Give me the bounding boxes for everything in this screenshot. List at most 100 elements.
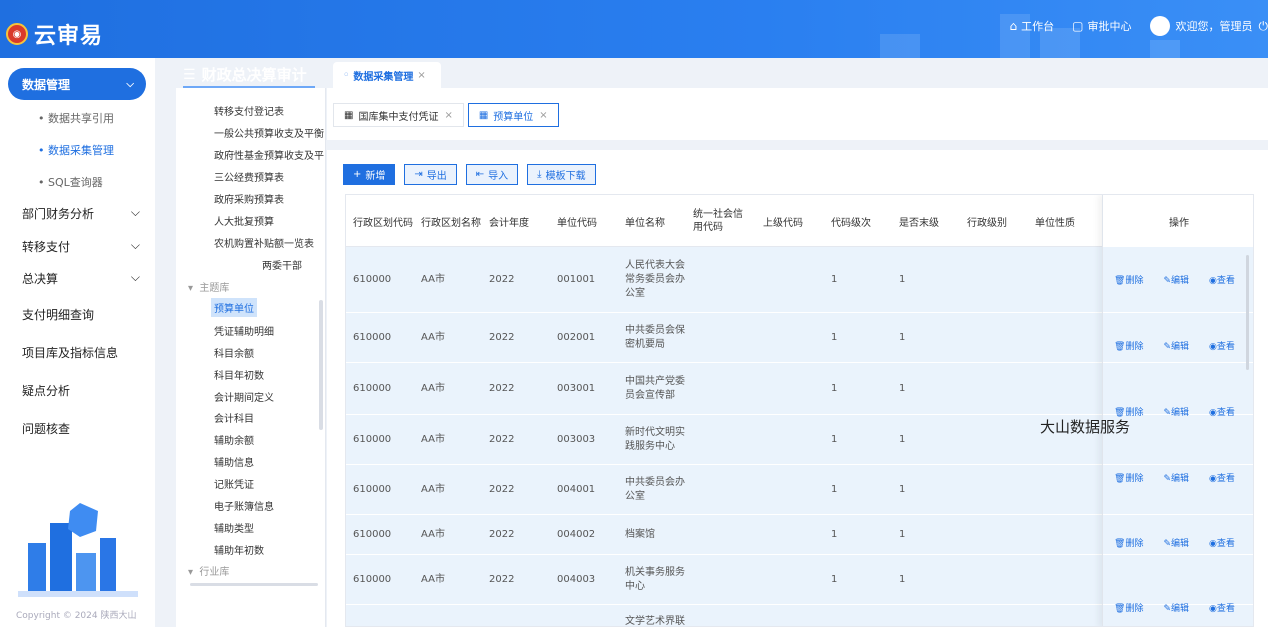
workspace-label: 工作台	[1021, 20, 1055, 33]
edit-button[interactable]: ✎编辑	[1163, 273, 1199, 286]
view-button[interactable]: ◉查看	[1209, 339, 1245, 352]
sidebar-sub-item[interactable]: • 数据共享引用	[38, 110, 114, 126]
cell: 2022	[489, 483, 515, 495]
sidebar-item-issue-check[interactable]: 问题核查	[22, 420, 140, 437]
tree-node[interactable]: 辅助信息	[214, 454, 254, 469]
import-button[interactable]: ⇤ 导入	[465, 164, 519, 185]
column-header[interactable]: 是否末级	[899, 195, 939, 247]
column-header[interactable]: 单位名称	[625, 195, 665, 247]
tree-node[interactable]: 政府采购预算表	[214, 191, 284, 206]
tree-horizontal-scrollbar[interactable]	[190, 583, 318, 586]
tree-node[interactable]: 一般公共预算收支及平衡	[214, 125, 324, 140]
edit-button[interactable]: ✎编辑	[1163, 601, 1199, 614]
delete-button[interactable]: 🗑删除	[1114, 273, 1153, 286]
column-header[interactable]: 单位代码	[557, 195, 597, 247]
cell: 中共委员会保密机要局	[625, 324, 685, 350]
buildings-illustration	[18, 503, 138, 597]
tree-node[interactable]: 人大批复预算	[214, 213, 274, 228]
cell: AA市	[421, 433, 445, 445]
cell: AA市	[421, 382, 445, 394]
edit-button[interactable]: ✎编辑	[1163, 339, 1199, 352]
view-button[interactable]: ◉查看	[1209, 536, 1245, 549]
view-button[interactable]: ◉查看	[1209, 405, 1245, 418]
edit-button[interactable]: ✎编辑	[1163, 405, 1199, 418]
column-header[interactable]: 上级代码	[763, 195, 803, 247]
table-scrollbar[interactable]	[1246, 255, 1249, 370]
view-button[interactable]: ◉查看	[1209, 273, 1245, 286]
delete-button[interactable]: 🗑删除	[1114, 601, 1153, 614]
menu-label: 数据管理	[22, 77, 71, 92]
column-header[interactable]: 行政区划名称	[421, 195, 481, 247]
tree-node[interactable]: 两委干部	[262, 257, 302, 272]
sidebar-sub-item[interactable]: • SQL查询器	[38, 174, 103, 190]
tree-node[interactable]: 记账凭证	[214, 476, 254, 491]
tree-node[interactable]: 会计期间定义	[214, 389, 274, 404]
view-button[interactable]: ◉查看	[1209, 471, 1245, 484]
approval-center-link[interactable]: ▢ 审批中心	[1072, 18, 1131, 34]
cell: 文学艺术界联	[625, 616, 685, 627]
cell: 2022	[489, 382, 515, 394]
tab-data-collection[interactable]: ◦ 数据采集管理 ×	[333, 62, 441, 88]
avatar[interactable]	[1149, 16, 1170, 36]
sidebar-sub-item-active[interactable]: • 数据采集管理	[38, 142, 114, 158]
cell: 1	[899, 273, 906, 285]
cell: 1	[899, 433, 906, 445]
row-actions: 🗑删除 ✎编辑 ◉查看	[1114, 536, 1255, 549]
approval-icon: ▢	[1072, 19, 1084, 33]
tree-node[interactable]: 会计科目	[214, 410, 254, 425]
add-button[interactable]: + 新增	[343, 164, 396, 185]
cell: 610000	[353, 573, 392, 585]
sidebar-item-transfer[interactable]: 转移支付 ⌵	[22, 238, 140, 255]
delete-button[interactable]: 🗑删除	[1114, 471, 1153, 484]
export-button[interactable]: ⇥ 导出	[404, 164, 457, 185]
tab-budget-unit[interactable]: ▦ 预算单位 ×	[467, 103, 559, 127]
tree-node[interactable]: 科目余额	[214, 345, 254, 360]
column-header[interactable]: 行政区划代码	[353, 195, 413, 247]
cell: 1	[831, 573, 838, 585]
close-icon[interactable]: ×	[417, 70, 425, 81]
sidebar-item-doubt-analysis[interactable]: 疑点分析	[22, 382, 140, 399]
tab-treasury-voucher[interactable]: ▦ 国库集中支付凭证 ×	[333, 103, 464, 127]
tree-node[interactable]: 凭证辅助明细	[214, 323, 274, 338]
tree-node[interactable]: 辅助类型	[214, 520, 254, 535]
tree-group-main[interactable]: ▾ 主题库	[188, 279, 229, 294]
tree-node[interactable]: 科目年初数	[214, 367, 264, 382]
export-icon: ⇥	[414, 169, 423, 180]
column-header[interactable]: 单位性质	[1035, 195, 1075, 247]
column-header[interactable]: 统一社会信用代码	[693, 195, 751, 247]
tree-node[interactable]: 转移支付登记表	[214, 103, 284, 118]
column-header[interactable]: 行政级别	[967, 195, 1007, 247]
power-icon[interactable]: ⏻	[1259, 19, 1268, 34]
workspace-link[interactable]: ⌂ 工作台	[1010, 18, 1055, 34]
dot-icon: ◦	[343, 69, 350, 81]
sidebar-item-project-library[interactable]: 项目库及指标信息	[22, 344, 140, 361]
tree-node-selected[interactable]: 预算单位	[211, 298, 257, 317]
app-logo[interactable]: ◉ 云审易	[6, 18, 103, 50]
edit-button[interactable]: ✎编辑	[1163, 471, 1199, 484]
sidebar-item-payment-detail[interactable]: 支付明细查询	[22, 306, 140, 323]
column-header[interactable]: 会计年度	[489, 195, 529, 247]
edit-button[interactable]: ✎编辑	[1163, 536, 1199, 549]
cell: 1	[899, 331, 906, 343]
tree-node[interactable]: 辅助余额	[214, 432, 254, 447]
sidebar: 数据管理 ⌵ • 数据共享引用 • 数据采集管理 • SQL查询器 部门财务分析…	[0, 58, 155, 627]
delete-button[interactable]: 🗑删除	[1114, 339, 1153, 352]
column-header[interactable]: 代码级次	[831, 195, 871, 247]
menu-data-management[interactable]: 数据管理 ⌵	[8, 68, 146, 100]
table-icon: ▦	[344, 109, 354, 121]
sidebar-item-final-accounts[interactable]: 总决算 ⌵	[22, 270, 140, 287]
tree-scrollbar[interactable]	[319, 300, 323, 430]
delete-button[interactable]: 🗑删除	[1114, 536, 1153, 549]
sidebar-item-dept-finance[interactable]: 部门财务分析 ⌵	[22, 205, 140, 222]
tree-node[interactable]: 政府性基金预算收支及平	[214, 147, 324, 162]
tree-node[interactable]: 电子账簿信息	[214, 498, 274, 513]
tree-group-industry[interactable]: ▾ 行业库	[188, 563, 229, 578]
tree-node[interactable]: 农机购置补贴额一览表	[214, 235, 314, 250]
template-download-button[interactable]: ⤓ 模板下载	[527, 164, 596, 185]
cell: 004001	[557, 483, 596, 495]
close-icon[interactable]: ×	[539, 110, 547, 121]
tree-node[interactable]: 三公经费预算表	[214, 169, 284, 184]
tree-node[interactable]: 辅助年初数	[214, 542, 264, 557]
close-icon[interactable]: ×	[444, 110, 452, 121]
view-button[interactable]: ◉查看	[1209, 601, 1245, 614]
